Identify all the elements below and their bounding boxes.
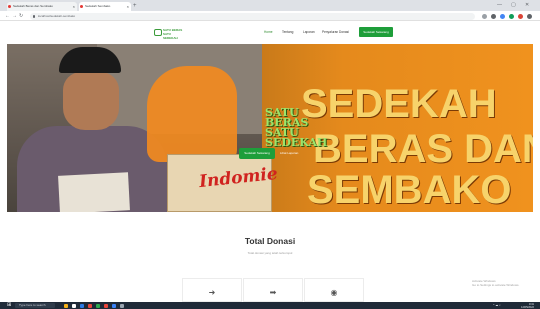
hero-primary-button[interactable]: Sedekah Sekarang xyxy=(239,148,275,159)
address-bar[interactable]: localhost/sedekah-sembako xyxy=(30,12,475,20)
menu-icon[interactable] xyxy=(527,13,532,19)
close-tab-icon[interactable]: × xyxy=(73,2,75,11)
edge-icon[interactable] xyxy=(80,303,84,308)
nav-link-tentang[interactable]: Tentang xyxy=(282,30,293,35)
task-view-icon[interactable] xyxy=(72,303,76,308)
extension-icon[interactable] xyxy=(509,13,514,19)
share-icon[interactable] xyxy=(482,13,487,19)
app-icon[interactable] xyxy=(120,303,124,308)
hero-secondary-link[interactable]: Lihat Laporan xyxy=(280,150,298,157)
hero-headline-line-2: BERAS DAN xyxy=(313,127,533,171)
app-icon[interactable] xyxy=(112,303,116,308)
new-tab-icon[interactable]: + xyxy=(133,2,137,10)
browser-toolbar: ← → ↻ localhost/sedekah-sembako xyxy=(0,11,540,21)
windows-taskbar: ⊞ Type here to search ^ ☁ ♪ 9:41 12/05/2… xyxy=(0,302,540,309)
browser-tab-strip: Sedekah Beras dan Sembako × Sedekah Semb… xyxy=(0,0,540,11)
orange-bag xyxy=(147,66,237,162)
nav-link-home[interactable]: Home xyxy=(264,30,273,35)
circle-icon: ◉ xyxy=(330,288,338,297)
close-window-icon[interactable]: ✕ xyxy=(525,2,529,9)
nav-link-penyaluran[interactable]: Penyaluran Donasi xyxy=(322,30,349,35)
logo-mark-icon xyxy=(154,29,162,36)
hero-banner: Indomie SEDEKAH BERAS DAN SEMBAKO SATU B… xyxy=(7,44,533,212)
hero-brand-text: SATU BERAS SATU SEDEKAH xyxy=(265,106,328,149)
hero-headline-line-3: SEMBAKO xyxy=(307,168,512,212)
logo-text: SATU BERAS SATU SEDEKAH xyxy=(163,28,183,40)
maximize-icon[interactable]: ▢ xyxy=(511,2,516,9)
favicon-icon xyxy=(80,5,83,8)
tab-title: Sedekah Sembako xyxy=(85,4,111,8)
minimize-icon[interactable]: — xyxy=(497,2,502,9)
boy-cap xyxy=(59,47,121,73)
stat-card: ◉ xyxy=(304,278,364,302)
file-explorer-icon[interactable] xyxy=(64,303,68,308)
app-icon[interactable] xyxy=(96,303,100,308)
bookmark-icon[interactable] xyxy=(491,13,496,19)
system-tray[interactable]: ^ ☁ ♪ xyxy=(493,303,501,308)
browser-tab[interactable]: Sedekah Beras dan Sembako × xyxy=(7,2,77,11)
stat-card: ➡ xyxy=(243,278,303,302)
url-text: localhost/sedekah-sembako xyxy=(38,13,76,18)
site-logo[interactable]: SATU BERAS SATU SEDEKAH xyxy=(154,28,183,40)
site-navbar: SATU BERAS SATU SEDEKAH Home Tentang Lap… xyxy=(0,22,540,44)
sedekah-sekarang-button[interactable]: Sedekah Sekarang xyxy=(359,27,393,37)
tab-title: Sedekah Beras dan Sembako xyxy=(13,4,53,8)
lock-icon xyxy=(33,14,35,18)
extension-icon[interactable] xyxy=(500,13,505,19)
boy-face xyxy=(63,72,119,130)
close-tab-icon[interactable]: × xyxy=(127,2,129,11)
activate-windows-watermark: Activate Windows Go to Settings to activ… xyxy=(472,279,532,287)
back-icon[interactable]: ← xyxy=(5,12,10,20)
section-title: Total Donasi xyxy=(244,236,296,246)
windows-start-icon[interactable]: ⊞ xyxy=(7,303,11,308)
reload-icon[interactable]: ↻ xyxy=(19,12,23,20)
sign-in-icon: ➜ xyxy=(208,288,216,297)
favicon-icon xyxy=(8,5,11,8)
stat-card: ➜ xyxy=(182,278,242,302)
section-subtitle: Total donasi yang telah terkumpul xyxy=(247,251,293,255)
sign-out-icon: ➡ xyxy=(269,288,277,297)
held-paper xyxy=(58,172,130,212)
clock-date: 12/05/2022 xyxy=(521,305,534,309)
taskbar-clock[interactable]: 9:41 12/05/2022 xyxy=(521,303,534,309)
forward-icon[interactable]: → xyxy=(12,12,17,20)
watermark-line-2: Go to Settings to activate Windows. xyxy=(472,283,520,287)
taskbar-search[interactable]: Type here to search xyxy=(15,303,55,308)
profile-icon[interactable] xyxy=(518,13,523,19)
browser-tab-active[interactable]: Sedekah Sembako × xyxy=(79,2,131,11)
nav-link-laporan[interactable]: Laporan xyxy=(303,30,315,35)
app-icon[interactable] xyxy=(104,303,108,308)
chrome-icon[interactable] xyxy=(88,303,92,308)
